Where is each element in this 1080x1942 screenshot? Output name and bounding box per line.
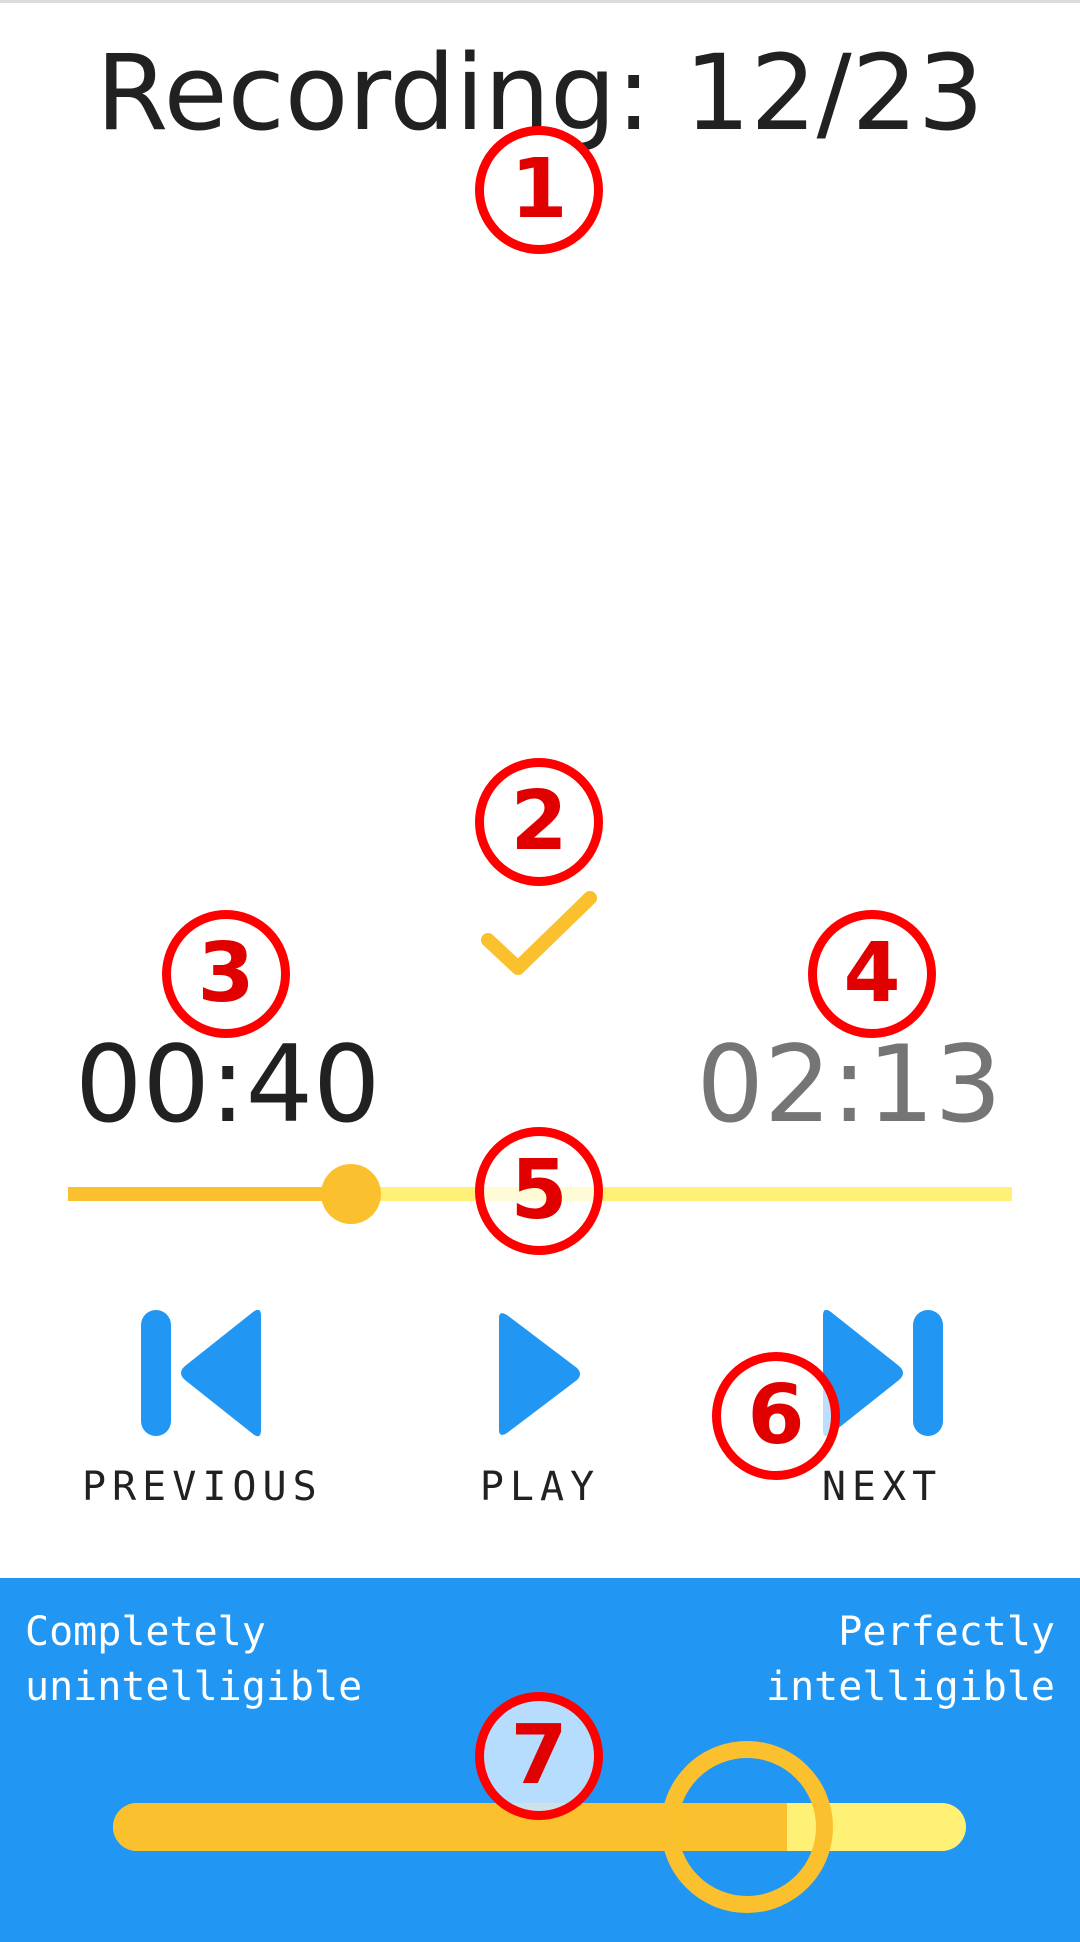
intelligibility-slider-thumb[interactable]	[660, 1741, 833, 1913]
play-label: PLAY	[479, 1464, 601, 1510]
annotation-marker-4: 4	[808, 910, 936, 1038]
annotation-marker-1: 1	[475, 126, 603, 254]
status-divider	[0, 0, 1080, 3]
play-icon	[499, 1313, 580, 1435]
annotation-marker-2: 2	[475, 758, 603, 886]
skip-previous-icon	[141, 1310, 261, 1437]
annotation-marker-5: 5	[475, 1127, 603, 1255]
annotation-marker-3: 3	[162, 910, 290, 1038]
seek-bar-progress	[68, 1187, 352, 1201]
previous-button[interactable]: PREVIOUS	[82, 1300, 322, 1540]
seek-bar-thumb[interactable]	[321, 1164, 382, 1224]
rating-max-label: Perfectly intelligible	[766, 1609, 1055, 1710]
annotation-marker-7: 7	[475, 1692, 603, 1820]
play-button[interactable]: PLAY	[420, 1300, 660, 1540]
previous-label: PREVIOUS	[82, 1464, 323, 1510]
rating-min-label: Completely unintelligible	[25, 1609, 363, 1710]
check-icon	[481, 891, 597, 975]
annotation-marker-6: 6	[712, 1352, 840, 1480]
elapsed-time: 00:40	[75, 1023, 381, 1146]
total-time: 02:13	[696, 1023, 1002, 1146]
